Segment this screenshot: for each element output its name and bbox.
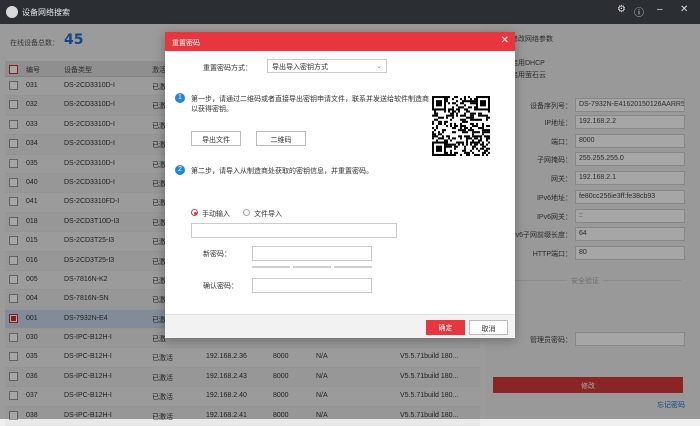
app-title: 设备网络搜索: [22, 8, 70, 17]
qr-code-button[interactable]: 二维码: [256, 131, 306, 146]
qr-code-icon: [432, 96, 490, 156]
dialog-header: 重置密码 ✕: [165, 32, 515, 51]
dialog-body: 重置密码方式： 导出导入密钥方式 ⌄ 1 第一步，请通过二维码或者直接导出密钥申…: [165, 51, 515, 314]
step2-number: 2: [175, 165, 185, 175]
step1-text-line1: 第一步，请通过二维码或者直接导出密钥申请文件，联系并发送给软件制造商: [191, 96, 429, 103]
ok-button[interactable]: 确定: [426, 320, 465, 335]
cancel-button[interactable]: 取消: [469, 320, 508, 335]
step1-number: 1: [175, 93, 185, 103]
reset-password-dialog: 重置密码 ✕ 重置密码方式： 导出导入密钥方式 ⌄ 1 第一步，请通过二维码或者…: [165, 32, 515, 338]
strength-bar-strong: [334, 266, 372, 268]
method-select-value: 导出导入密钥方式: [272, 64, 328, 71]
app-logo-icon: [6, 6, 18, 18]
strength-bar-medium: [293, 266, 331, 268]
help-icon[interactable]: ⓘ: [634, 4, 644, 19]
method-label: 重置密码方式：: [203, 65, 252, 72]
dialog-title: 重置密码: [172, 40, 200, 47]
strength-bar-weak: [252, 266, 290, 268]
dialog-close-icon[interactable]: ✕: [501, 35, 509, 46]
confirm-password-label: 确认密码：: [203, 283, 238, 290]
title-bar: 设备网络搜索 ⚙ ⓘ – ✕: [0, 0, 700, 24]
manual-input-radio[interactable]: [191, 209, 198, 216]
key-input[interactable]: [191, 223, 397, 238]
close-icon[interactable]: ✕: [680, 4, 688, 15]
confirm-password-input[interactable]: [252, 278, 372, 293]
manual-input-label[interactable]: 手动输入: [202, 209, 230, 219]
new-password-input[interactable]: [252, 246, 372, 261]
minimize-icon[interactable]: –: [657, 4, 663, 15]
method-select[interactable]: 导出导入密钥方式 ⌄: [267, 59, 387, 73]
export-file-button[interactable]: 导出文件: [191, 131, 241, 146]
file-import-label[interactable]: 文件导入: [254, 209, 282, 219]
step1-text-line2: 以获得密钥。: [191, 106, 233, 113]
file-import-radio[interactable]: [243, 209, 250, 216]
dialog-footer: 确定 取消: [165, 314, 515, 338]
new-password-label: 新密码：: [203, 251, 231, 258]
step2-text: 第二步，请导入从制造商处获取的密钥信息，并重置密码。: [191, 168, 373, 175]
settings-icon[interactable]: ⚙: [617, 4, 626, 15]
chevron-down-icon: ⌄: [376, 63, 382, 70]
